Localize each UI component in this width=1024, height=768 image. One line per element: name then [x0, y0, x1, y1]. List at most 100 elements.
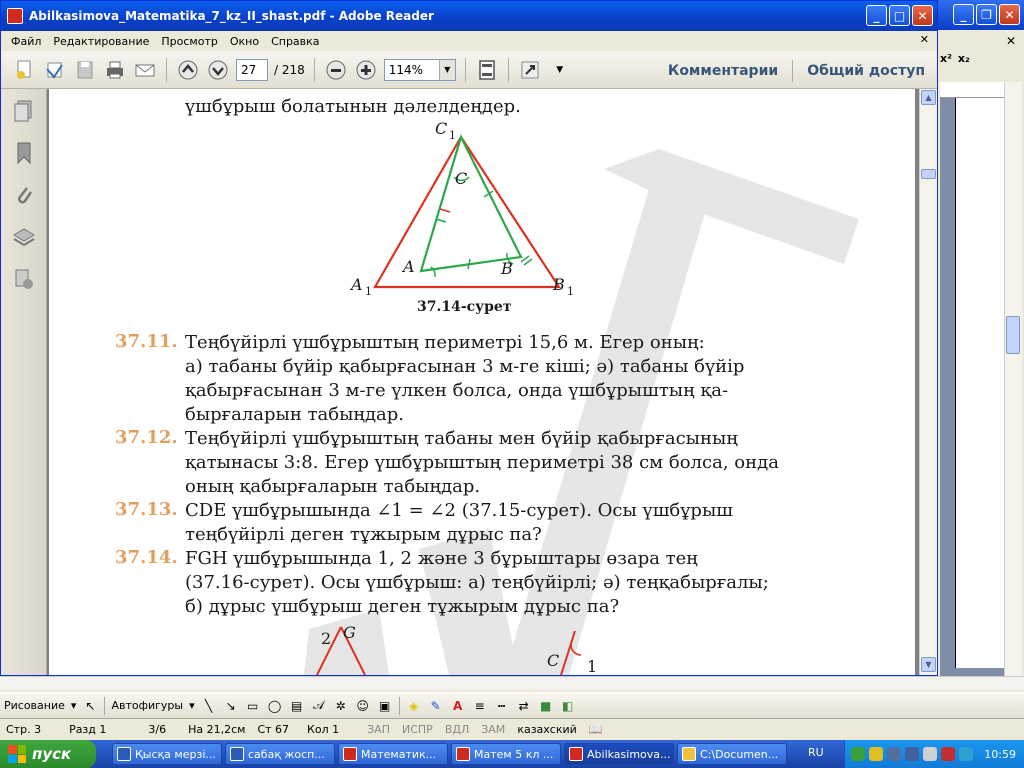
clipart-icon[interactable]: ☺: [355, 698, 371, 714]
problem-text-line: а) табаны бүйір қабырғасынан 3 м-ге кіші…: [185, 356, 745, 377]
problem-number: 37.12.: [115, 427, 178, 448]
security-panel-icon[interactable]: [13, 267, 35, 291]
comments-button[interactable]: Комментарии: [668, 63, 778, 79]
menu-view[interactable]: Просмотр: [161, 35, 217, 48]
zoom-select[interactable]: 114% ▼: [383, 58, 456, 81]
taskbar-item-word-1[interactable]: Қысқа мерзі...: [112, 743, 222, 765]
toolbar-options-icon[interactable]: ▼: [548, 58, 572, 82]
arrow-style-icon[interactable]: ⇄: [516, 698, 532, 714]
wordart-icon[interactable]: 𝒜: [311, 698, 327, 714]
scroll-thumb[interactable]: [921, 169, 936, 179]
chevron-down-icon[interactable]: ▼: [438, 59, 455, 80]
taskbar-item-pdf-active[interactable]: Abilkasimova...: [564, 743, 674, 765]
attachments-panel-icon[interactable]: [13, 183, 35, 207]
bookmarks-panel-icon[interactable]: [13, 141, 35, 165]
previous-page-button[interactable]: [176, 58, 200, 82]
status-rec[interactable]: ЗАП: [361, 723, 396, 736]
diagram-icon[interactable]: ✲: [333, 698, 349, 714]
shadow-icon[interactable]: ■: [538, 698, 554, 714]
word-scroll-thumb[interactable]: [1006, 316, 1020, 354]
tray-tools-icon[interactable]: [887, 747, 901, 761]
reader-vertical-scrollbar[interactable]: ▲ ▼: [919, 89, 937, 675]
word-minimize-button[interactable]: _: [953, 4, 974, 25]
picture-icon[interactable]: ▣: [377, 698, 393, 714]
menu-file[interactable]: Файл: [11, 35, 41, 48]
menu-window[interactable]: Окно: [230, 35, 259, 48]
tray-shield-icon[interactable]: [941, 747, 955, 761]
superscript-button[interactable]: x²: [940, 52, 952, 65]
tray-volume-icon[interactable]: [923, 747, 937, 761]
zoom-in-button[interactable]: [354, 58, 378, 82]
clock[interactable]: 10:59: [984, 748, 1024, 761]
problem-text-line: қатынасы 3:8. Егер үшбұрыштың периметрі …: [185, 452, 779, 473]
dash-style-icon[interactable]: ┅: [494, 698, 510, 714]
document-view: үшбұрыш болатынын дәлелдеңдер. C 1 C A B…: [47, 89, 919, 675]
triangle-figure: [373, 134, 562, 289]
arrow-tool-icon[interactable]: ↘: [223, 698, 239, 714]
fit-page-icon[interactable]: [475, 58, 499, 82]
select-pointer-icon[interactable]: ↖: [82, 698, 98, 714]
oval-tool-icon[interactable]: ◯: [267, 698, 283, 714]
status-trk[interactable]: ИСПР: [396, 723, 439, 736]
share-button[interactable]: Общий доступ: [807, 63, 925, 79]
status-page: Стр. 3: [6, 723, 42, 736]
word-icon: [117, 747, 131, 761]
dropdown-arrow-icon[interactable]: ▾: [71, 699, 77, 712]
word-restore-button[interactable]: ❐: [976, 4, 997, 25]
language-indicator[interactable]: RU: [808, 746, 824, 759]
layers-panel-icon[interactable]: [13, 225, 35, 249]
start-button[interactable]: пуск: [0, 740, 96, 768]
save-icon[interactable]: [73, 58, 97, 82]
folder-icon: [682, 747, 696, 761]
spelling-status-icon[interactable]: 📖: [583, 723, 609, 736]
full-screen-icon[interactable]: [518, 58, 542, 82]
3d-icon[interactable]: ◧: [560, 698, 576, 714]
menu-edit[interactable]: Редактирование: [53, 35, 149, 48]
scroll-up-icon[interactable]: ▲: [921, 90, 936, 105]
autoshapes-menu[interactable]: Автофигуры: [111, 699, 183, 712]
fill-color-icon[interactable]: ◈: [406, 698, 422, 714]
line-style-icon[interactable]: ≡: [472, 698, 488, 714]
word-doc-close-icon[interactable]: ✕: [1006, 34, 1016, 48]
menu-help[interactable]: Справка: [271, 35, 319, 48]
problem-text-line: бырғаларын табыңдар.: [185, 404, 405, 425]
drawing-menu[interactable]: Рисование: [4, 699, 65, 712]
subscript-button[interactable]: x₂: [958, 52, 970, 65]
reader-minimize-button[interactable]: _: [866, 5, 887, 26]
line-color-icon[interactable]: ✎: [428, 698, 444, 714]
dropdown-arrow-icon[interactable]: ▾: [189, 699, 195, 712]
zoom-out-button[interactable]: [324, 58, 348, 82]
scroll-down-icon[interactable]: ▼: [921, 657, 936, 672]
line-tool-icon[interactable]: ╲: [201, 698, 217, 714]
reader-maximize-button[interactable]: □: [889, 5, 910, 26]
doc-close-icon[interactable]: ✕: [920, 33, 929, 46]
page-number-input[interactable]: 27: [236, 58, 268, 81]
taskbar-item-pdf-2[interactable]: Матем 5 кл ...: [451, 743, 561, 765]
word-vertical-scrollbar[interactable]: [1004, 82, 1022, 676]
problem-text-line: Теңбүйірлі үшбұрыштың периметрі 15,6 м. …: [185, 332, 705, 353]
word-document-page[interactable]: [955, 98, 1004, 668]
status-ext[interactable]: ВДЛ: [439, 723, 475, 736]
tray-app-icon[interactable]: [869, 747, 883, 761]
email-icon[interactable]: [133, 58, 157, 82]
reader-close-button[interactable]: ✕: [912, 5, 933, 26]
taskbar-item-explorer[interactable]: C:\Documen...: [677, 743, 787, 765]
next-page-button[interactable]: [206, 58, 230, 82]
status-ovr[interactable]: ЗАМ: [475, 723, 511, 736]
windows-flag-icon: [8, 745, 26, 763]
pages-panel-icon[interactable]: [13, 99, 35, 123]
taskbar-item-word-2[interactable]: сабақ жосп...: [225, 743, 335, 765]
tray-monitor-icon[interactable]: [905, 747, 919, 761]
font-color-icon[interactable]: A: [450, 698, 466, 714]
textbox-tool-icon[interactable]: ▤: [289, 698, 305, 714]
pdf-page[interactable]: үшбұрыш болатынын дәлелдеңдер. C 1 C A B…: [49, 89, 915, 675]
taskbar-item-pdf-1[interactable]: Математик...: [338, 743, 448, 765]
print-icon[interactable]: [103, 58, 127, 82]
tray-network-icon[interactable]: [851, 747, 865, 761]
tray-safely-remove-icon[interactable]: [959, 747, 973, 761]
create-pdf-icon[interactable]: [13, 58, 37, 82]
open-icon[interactable]: [43, 58, 67, 82]
word-close-button[interactable]: ✕: [999, 4, 1020, 25]
word-horizontal-scrollbar[interactable]: [0, 676, 1024, 690]
rectangle-tool-icon[interactable]: ▭: [245, 698, 261, 714]
